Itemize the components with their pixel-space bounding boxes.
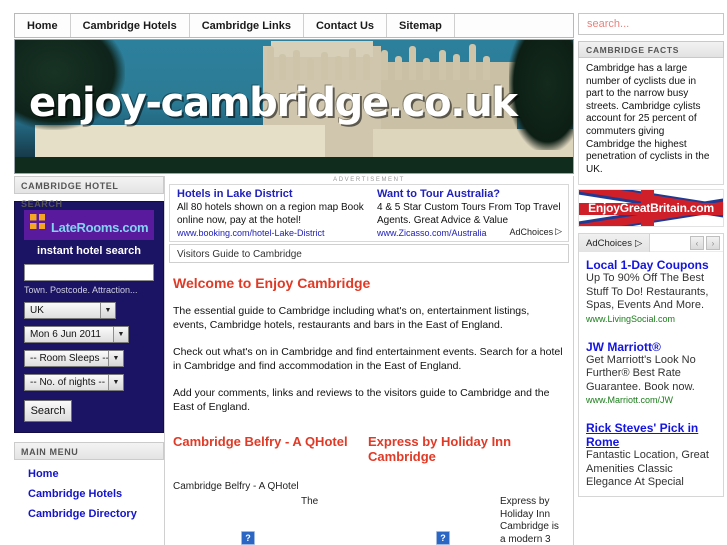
hotel-location-input[interactable] xyxy=(24,264,154,281)
top-ad-1-title[interactable]: Hotels in Lake District xyxy=(177,188,367,200)
nav-item-contact-us[interactable]: Contact Us xyxy=(304,14,388,37)
site-title: enjoy-cambridge.co.uk xyxy=(29,80,518,126)
nav-item-cambridge-hotels[interactable]: Cambridge Hotels xyxy=(71,14,190,37)
breadcrumb: Visitors Guide to Cambridge xyxy=(169,244,569,263)
hotel-1-title[interactable]: Cambridge Belfry - A QHotel xyxy=(173,434,368,464)
nights-value: -- No. of nights -- xyxy=(30,377,106,388)
cambridge-facts-heading: CAMBRIDGE FACTS xyxy=(578,41,724,58)
adchoices-triangle-icon: ▷ xyxy=(555,226,562,236)
chevron-down-icon: ▼ xyxy=(100,303,115,318)
laterooms-logo-text: LateRooms.com xyxy=(51,220,149,235)
adchoices-button[interactable]: AdChoices ▷ xyxy=(510,226,562,237)
search-placeholder: search... xyxy=(587,18,630,30)
left-sidebar: CAMBRIDGE HOTEL SEARCH LateRooms.com ins… xyxy=(14,176,164,520)
sidebar-ad-tabrow: AdChoices ▷ ‹ › xyxy=(579,234,723,253)
next-ad-button[interactable]: › xyxy=(706,236,720,251)
intro-paragraph-3: Add your comments, links and reviews to … xyxy=(173,387,550,413)
top-ad-2-text: 4 & 5 Star Custom Tours From Top Travel … xyxy=(377,202,561,226)
hotel-1-text: The xyxy=(301,496,319,507)
sidebar-ad-pager: ‹ › xyxy=(690,236,720,251)
top-ad-1-text: All 80 hotels shown on a region map Book… xyxy=(177,202,364,226)
sidebar-item-cambridge-directory[interactable]: Cambridge Directory xyxy=(14,500,164,520)
country-select-value: UK xyxy=(30,305,44,316)
sidebar-item-home[interactable]: Home xyxy=(14,460,164,480)
page-root: Home Cambridge Hotels Cambridge Links Co… xyxy=(0,0,727,545)
nav-item-sitemap[interactable]: Sitemap xyxy=(387,14,455,37)
top-ad-1[interactable]: Hotels in Lake District All 80 hotels sh… xyxy=(177,188,367,238)
intro-paragraph-2: Check out what's on in Cambridge and fin… xyxy=(173,346,563,372)
nav-item-home[interactable]: Home xyxy=(15,14,71,37)
enjoy-great-britain-banner[interactable]: EnjoyGreatBritain.com xyxy=(578,189,724,228)
laterooms-subtitle: instant hotel search xyxy=(37,245,141,257)
sidebar-ad-3[interactable]: Rick Steves' Pick in Rome Fantastic Loca… xyxy=(579,415,723,490)
adchoices-triangle-icon: ▷ xyxy=(634,237,643,249)
hotel-2-title[interactable]: Express by Holiday Inn Cambridge xyxy=(368,434,565,464)
hero-tree-right xyxy=(509,40,573,150)
ad-spacer xyxy=(579,405,723,415)
sidebar-ad-1-text: Up To 90% Off The Best Stuff To Do! Rest… xyxy=(586,272,709,312)
chevron-down-icon: ▼ xyxy=(108,351,123,366)
nights-select[interactable]: -- No. of nights -- ▼ xyxy=(24,374,124,391)
ad-spacer xyxy=(579,324,723,334)
hotel-1-broken-image-icon: ? xyxy=(241,531,255,545)
right-sidebar: search... CAMBRIDGE FACTS Cambridge has … xyxy=(578,13,724,497)
sidebar-adchoices-label: AdChoices xyxy=(586,237,632,249)
date-select[interactable]: Mon 6 Jun 2011 ▼ xyxy=(24,326,129,343)
sidebar-adchoices-button[interactable]: AdChoices ▷ xyxy=(579,234,651,253)
main-navigation: Home Cambridge Hotels Cambridge Links Co… xyxy=(14,13,574,38)
sidebar-item-cambridge-hotels[interactable]: Cambridge Hotels xyxy=(14,480,164,500)
country-select[interactable]: UK ▼ xyxy=(24,302,116,319)
hero-banner: enjoy-cambridge.co.uk xyxy=(14,39,574,174)
advertisement-label: ADVERTISEMENT xyxy=(333,177,405,183)
hero-lawn xyxy=(15,157,573,173)
date-select-value: Mon 6 Jun 2011 xyxy=(30,329,101,340)
room-sleeps-value: -- Room Sleeps -- xyxy=(30,353,109,364)
article-body: Welcome to Enjoy Cambridge The essential… xyxy=(165,263,573,545)
sidebar-ad-unit: AdChoices ▷ ‹ › Local 1-Day Coupons Up T… xyxy=(578,233,724,497)
intro-paragraph-1: The essential guide to Cambridge includi… xyxy=(173,305,530,331)
hotel-search-heading: CAMBRIDGE HOTEL SEARCH xyxy=(14,176,164,209)
hero-spires xyxy=(263,40,513,80)
nav-empty-space xyxy=(455,14,573,37)
top-ad-1-url[interactable]: www.booking.com/hotel-Lake-District xyxy=(177,228,367,238)
hotel-1-card: The ? xyxy=(173,496,368,545)
sidebar-ad-1[interactable]: Local 1-Day Coupons Up To 90% Off The Be… xyxy=(579,252,723,324)
top-ad-block: Hotels in Lake District All 80 hotels sh… xyxy=(169,184,569,242)
sidebar-ad-3-text: Fantastic Location, Great Amenities Clas… xyxy=(586,449,709,489)
main-menu-heading: MAIN MENU xyxy=(14,442,164,460)
hotel-1-caption: Cambridge Belfry - A QHotel xyxy=(173,481,299,492)
hotel-location-hint: Town. Postcode. Attraction... xyxy=(24,285,138,295)
hotel-2-broken-image-icon: ? xyxy=(436,531,451,545)
chevron-down-icon: ▼ xyxy=(108,375,123,390)
sidebar-ad-2-title[interactable]: JW Marriott® xyxy=(579,334,723,354)
hotel-search-button[interactable]: Search xyxy=(24,400,72,422)
hotel-2-text: Express by Holiday Inn Cambridge is a mo… xyxy=(500,496,559,545)
sidebar-ad-1-url[interactable]: www.LivingSocial.com xyxy=(579,313,723,324)
main-content: ADVERTISEMENT Hotels in Lake District Al… xyxy=(164,176,574,545)
hotel-titles-row: Cambridge Belfry - A QHotel Express by H… xyxy=(173,434,565,464)
flag-banner-text: EnjoyGreatBritain.com xyxy=(588,201,714,216)
hotel-2-card: Express by Holiday Inn Cambridge is a mo… xyxy=(368,496,565,545)
laterooms-logo: LateRooms.com xyxy=(24,210,154,240)
cambridge-facts-body: Cambridge has a large number of cyclists… xyxy=(578,58,724,186)
sidebar-ad-2-text: Get Marriott's Look No Further® Best Rat… xyxy=(586,353,696,393)
sidebar-ad-2-url[interactable]: www.Marriott.com/JW xyxy=(579,394,723,405)
search-box[interactable]: search... xyxy=(578,13,724,35)
laterooms-squares-icon xyxy=(30,214,45,229)
room-sleeps-select[interactable]: -- Room Sleeps -- ▼ xyxy=(24,350,124,367)
sidebar-ad-3-title[interactable]: Rick Steves' Pick in Rome xyxy=(579,415,723,449)
chevron-down-icon: ▼ xyxy=(113,327,128,342)
laterooms-widget: LateRooms.com instant hotel search Town.… xyxy=(14,201,164,433)
adchoices-label: AdChoices xyxy=(509,226,554,237)
sidebar-ad-1-title[interactable]: Local 1-Day Coupons xyxy=(579,252,723,272)
page-title: Welcome to Enjoy Cambridge xyxy=(173,275,371,291)
sidebar-ad-2[interactable]: JW Marriott® Get Marriott's Look No Furt… xyxy=(579,334,723,406)
nav-item-cambridge-links[interactable]: Cambridge Links xyxy=(190,14,304,37)
prev-ad-button[interactable]: ‹ xyxy=(690,236,704,251)
hotel-cards-row: The ? Express by Holiday Inn Cambridge i… xyxy=(173,496,565,545)
top-ad-2-title[interactable]: Want to Tour Australia? xyxy=(377,188,567,200)
